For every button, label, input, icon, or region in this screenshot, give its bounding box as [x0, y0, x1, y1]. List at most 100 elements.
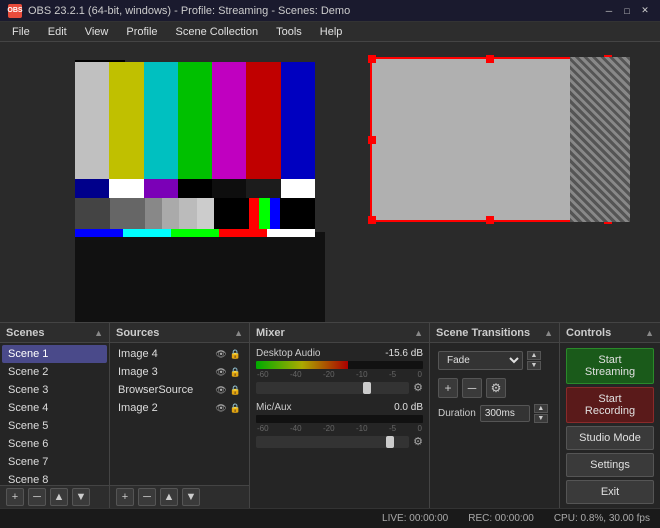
color-bars: [75, 62, 315, 237]
sources-panel: Sources ▲ Image 4👁🔒Image 3👁🔒BrowserSourc…: [110, 323, 250, 508]
menu-item-scene-collection[interactable]: Scene Collection: [168, 24, 267, 40]
mixer-channel-settings-icon[interactable]: ⚙: [413, 381, 423, 394]
handle-tl[interactable]: [368, 55, 376, 63]
maximize-button[interactable]: □: [620, 4, 634, 18]
sources-list: Image 4👁🔒Image 3👁🔒BrowserSource👁🔒Image 2…: [110, 343, 249, 485]
transitions-collapse-icon[interactable]: ▲: [544, 328, 553, 338]
scene-item-6[interactable]: Scene 6: [2, 435, 107, 453]
source-add-button[interactable]: +: [116, 488, 134, 506]
scenes-panel-header: Scenes ▲: [0, 323, 109, 343]
scene-item-7[interactable]: Scene 7: [2, 453, 107, 471]
mixer-collapse-icon[interactable]: ▲: [414, 328, 423, 338]
close-button[interactable]: ✕: [638, 4, 652, 18]
scene-item-2[interactable]: Scene 2: [2, 363, 107, 381]
transition-settings-button[interactable]: ⚙: [486, 378, 506, 398]
controls-collapse-icon[interactable]: ▲: [645, 328, 654, 338]
scenes-collapse-icon[interactable]: ▲: [94, 328, 103, 338]
visibility-icon[interactable]: 👁: [215, 403, 226, 414]
visibility-icon[interactable]: 👁: [215, 349, 226, 360]
menu-item-tools[interactable]: Tools: [268, 24, 310, 40]
mixer-panel-header: Mixer ▲: [250, 323, 429, 343]
handle-ml[interactable]: [368, 136, 376, 144]
transition-up-btn[interactable]: ▲: [527, 351, 541, 360]
menu-item-view[interactable]: View: [77, 24, 117, 40]
bottom-panels: Scenes ▲ Scene 1Scene 2Scene 3Scene 4Sce…: [0, 322, 660, 508]
duration-label: Duration: [438, 408, 476, 419]
app-icon: OBS: [8, 4, 22, 18]
controls-panel: Controls ▲ Start StreamingStart Recordin…: [560, 323, 660, 508]
sources-label: Sources: [116, 327, 159, 339]
fader-track[interactable]: [256, 436, 409, 448]
lock-icon[interactable]: 🔒: [230, 367, 241, 378]
title-bar-left: OBS OBS 23.2.1 (64-bit, windows) - Profi…: [8, 4, 350, 18]
scene-item-1[interactable]: Scene 1: [2, 345, 107, 363]
fader-track[interactable]: [256, 382, 409, 394]
mixer-content: Desktop Audio-15.6 dB-60-40-20-10-50⚙Mic…: [250, 343, 429, 508]
sources-footer: + ─ ▲ ▼: [110, 485, 249, 508]
source-item-2[interactable]: Image 3👁🔒: [112, 363, 247, 381]
settings-button[interactable]: Settings: [566, 453, 654, 477]
scene-item-5[interactable]: Scene 5: [2, 417, 107, 435]
menu-item-help[interactable]: Help: [312, 24, 351, 40]
scene-item-3[interactable]: Scene 3: [2, 381, 107, 399]
hatch-area: [570, 57, 630, 222]
rec-status: REC: 00:00:00: [468, 513, 534, 524]
visibility-icon[interactable]: 👁: [215, 367, 226, 378]
transition-down-btn[interactable]: ▼: [527, 361, 541, 370]
scene-item-4[interactable]: Scene 4: [2, 399, 107, 417]
menu-item-edit[interactable]: Edit: [40, 24, 75, 40]
scene-up-button[interactable]: ▲: [50, 488, 68, 506]
transition-type-row: FadeCutSwipeSlideLuma WipeStinger ▲ ▼: [434, 347, 555, 374]
source-remove-button[interactable]: ─: [138, 488, 156, 506]
handle-bl[interactable]: [368, 216, 376, 224]
meter-bar: [256, 361, 348, 369]
controls-content: Start StreamingStart Recording Studio Mod…: [560, 343, 660, 508]
source-up-button[interactable]: ▲: [160, 488, 178, 506]
transition-select[interactable]: FadeCutSwipeSlideLuma WipeStinger: [438, 351, 523, 370]
source-item-3[interactable]: BrowserSource👁🔒: [112, 381, 247, 399]
start-recording-button[interactable]: Start Recording: [566, 387, 654, 423]
transition-spin: ▲ ▼: [527, 351, 541, 370]
title-bar: OBS OBS 23.2.1 (64-bit, windows) - Profi…: [0, 0, 660, 22]
fader-thumb[interactable]: [363, 382, 371, 394]
scene-remove-button[interactable]: ─: [28, 488, 46, 506]
menu-item-file[interactable]: File: [4, 24, 38, 40]
live-status: LIVE: 00:00:00: [382, 513, 448, 524]
fader-thumb[interactable]: [386, 436, 394, 448]
studio-mode-button[interactable]: Studio Mode: [566, 426, 654, 450]
scenes-list: Scene 1Scene 2Scene 3Scene 4Scene 5Scene…: [0, 343, 109, 485]
duration-input[interactable]: [480, 405, 530, 422]
duration-up-btn[interactable]: ▲: [534, 404, 548, 413]
duration-spin: ▲ ▼: [534, 404, 548, 423]
lock-icon[interactable]: 🔒: [230, 349, 241, 360]
mixer-channel-settings-icon[interactable]: ⚙: [413, 435, 423, 448]
exit-button[interactable]: Exit: [566, 480, 654, 504]
preview-area: [0, 42, 660, 322]
transition-add-button[interactable]: +: [438, 378, 458, 398]
controls-label: Controls: [566, 327, 611, 339]
start-streaming-button[interactable]: Start Streaming: [566, 348, 654, 384]
lock-icon[interactable]: 🔒: [230, 403, 241, 414]
source-item-1[interactable]: Image 4👁🔒: [112, 345, 247, 363]
scene-item-8[interactable]: Scene 8: [2, 471, 107, 485]
visibility-icon[interactable]: 👁: [215, 385, 226, 396]
lock-icon[interactable]: 🔒: [230, 385, 241, 396]
window-title: OBS 23.2.1 (64-bit, windows) - Profile: …: [28, 5, 350, 17]
sources-panel-header: Sources ▲: [110, 323, 249, 343]
transitions-label: Scene Transitions: [436, 327, 530, 339]
mixer-label: Mixer: [256, 327, 285, 339]
menu-item-profile[interactable]: Profile: [118, 24, 165, 40]
scene-down-button[interactable]: ▼: [72, 488, 90, 506]
handle-tm[interactable]: [486, 55, 494, 63]
duration-down-btn[interactable]: ▼: [534, 414, 548, 423]
transitions-content: FadeCutSwipeSlideLuma WipeStinger ▲ ▼ + …: [430, 343, 559, 508]
sources-collapse-icon[interactable]: ▲: [234, 328, 243, 338]
scene-add-button[interactable]: +: [6, 488, 24, 506]
source-down-button[interactable]: ▼: [182, 488, 200, 506]
source-item-4[interactable]: Image 2👁🔒: [112, 399, 247, 417]
handle-bm[interactable]: [486, 216, 494, 224]
minimize-button[interactable]: ─: [602, 4, 616, 18]
scenes-label: Scenes: [6, 327, 45, 339]
transition-remove-button[interactable]: ─: [462, 378, 482, 398]
controls-panel-header: Controls ▲: [560, 323, 660, 343]
